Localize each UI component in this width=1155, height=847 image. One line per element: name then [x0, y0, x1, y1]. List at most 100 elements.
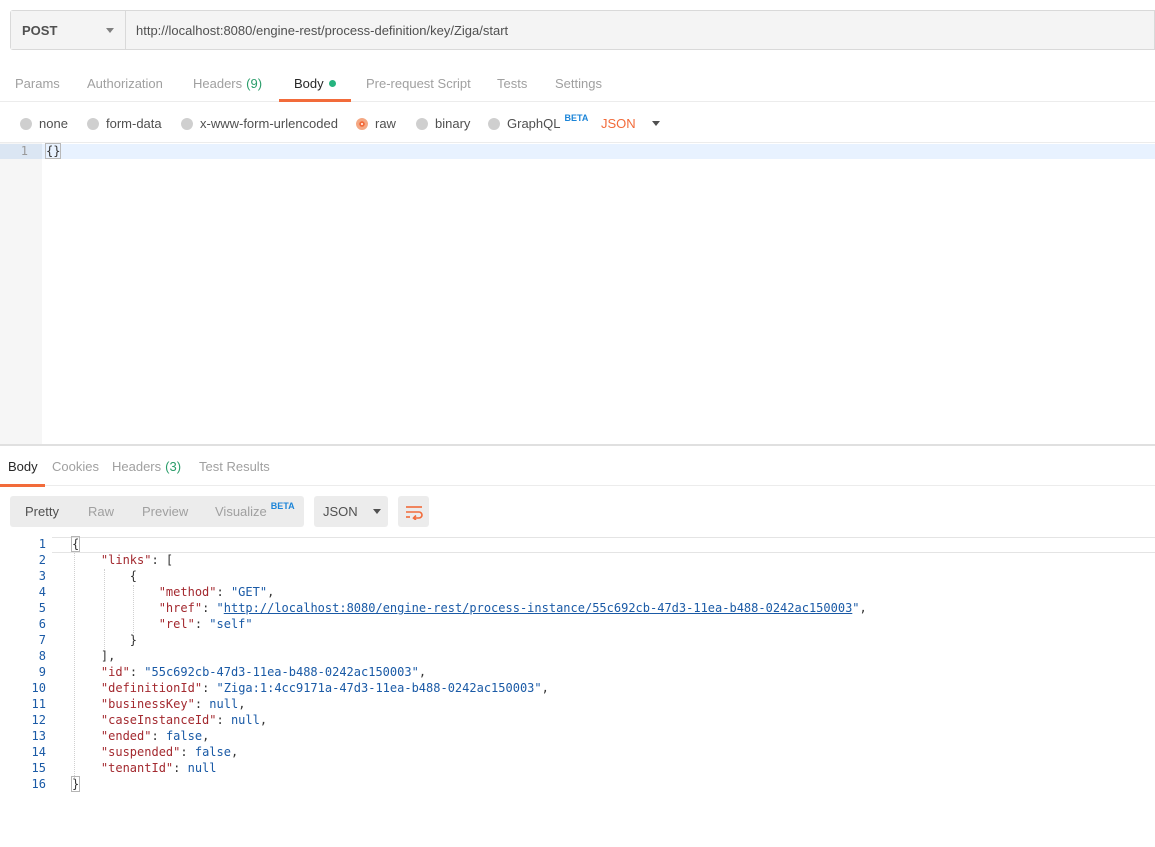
body-format-dropdown[interactable]: JSON: [601, 116, 660, 131]
json-value: false: [165, 729, 203, 743]
code-line: 12 "caseInstanceId": null,: [0, 712, 1155, 728]
json-key: "method": [158, 585, 217, 599]
tab-headers-label: Headers: [193, 76, 243, 91]
tab-authorization-label: Authorization: [87, 76, 163, 91]
code-line: 5 "href": "http://localhost:8080/engine-…: [0, 600, 1155, 616]
json-key: "businessKey": [100, 697, 195, 711]
tab-tests[interactable]: Tests: [497, 66, 527, 101]
chevron-down-icon: [651, 121, 660, 126]
line-number: 6: [38, 617, 46, 631]
tab-settings-label: Settings: [555, 76, 602, 91]
radio-graphql-label: GraphQL: [507, 116, 561, 131]
response-format-label: JSON: [323, 504, 358, 519]
response-tab-headers-label: Headers: [112, 458, 162, 474]
code-line: 2 "links": [: [0, 552, 1155, 568]
active-line-highlight: [0, 144, 1155, 159]
tab-settings[interactable]: Settings: [555, 66, 602, 101]
radio-selected-icon: [356, 117, 368, 130]
code-text: "tenantId": null: [100, 761, 217, 775]
json-key: "ended": [100, 729, 152, 743]
line-number: 9: [38, 665, 46, 679]
radio-urlencoded[interactable]: x-www-form-urlencoded: [181, 116, 338, 131]
line-number: 11: [31, 697, 46, 711]
radio-raw-label: raw: [375, 116, 396, 131]
response-headers-count-badge: (3): [165, 458, 182, 474]
preview-button[interactable]: Preview: [142, 496, 188, 527]
radio-form-data[interactable]: form-data: [87, 116, 162, 131]
body-format-label: JSON: [601, 116, 636, 131]
body-indicator-dot-icon: [328, 80, 336, 87]
radio-binary[interactable]: binary: [416, 116, 470, 131]
wrap-lines-button[interactable]: [398, 496, 429, 527]
line-number: 4: [38, 585, 46, 599]
line-number: 12: [31, 713, 46, 727]
json-key: "rel": [158, 617, 195, 631]
radio-graphql[interactable]: GraphQL BETA: [488, 112, 589, 131]
code-line: 8 ],: [0, 648, 1155, 664]
json-key: "href": [158, 601, 203, 615]
radio-none[interactable]: none: [20, 116, 68, 131]
line-number: 3: [38, 569, 46, 583]
visualize-button[interactable]: Visualize BETA: [215, 496, 295, 527]
request-body-editor[interactable]: 1 {}: [0, 142, 1155, 444]
json-value: "Ziga:1:4cc9171a-47d3-11ea-b488-0242ac15…: [216, 681, 542, 695]
code-line: 10 "definitionId": "Ziga:1:4cc9171a-47d3…: [0, 680, 1155, 696]
json-value: "self": [209, 617, 253, 631]
code-line: 15 "tenantId": null: [0, 760, 1155, 776]
radio-icon: [87, 117, 99, 130]
radio-icon: [181, 117, 193, 130]
method-label: POST: [22, 22, 58, 38]
request-body-text: {}: [44, 143, 62, 159]
tab-params[interactable]: Params: [15, 66, 60, 101]
tab-prerequest-label: Pre-request Script: [366, 76, 471, 91]
raw-button[interactable]: Raw: [88, 496, 114, 527]
response-tab-test-results-label: Test Results: [199, 458, 270, 474]
tab-body[interactable]: Body: [279, 66, 351, 102]
radio-icon: [488, 117, 500, 130]
response-tab-headers[interactable]: Headers (3): [112, 446, 181, 486]
code-text: {: [72, 569, 138, 583]
radio-icon: [20, 117, 32, 130]
preview-label: Preview: [142, 504, 189, 519]
code-line: 3 {: [0, 568, 1155, 584]
response-tab-cookies-label: Cookies: [52, 458, 99, 474]
code-text: }: [70, 776, 81, 792]
line-number: 10: [31, 681, 46, 695]
code-text: "suspended": false,: [100, 745, 239, 759]
code-text: {: [70, 536, 81, 552]
response-tab-body[interactable]: Body: [0, 446, 45, 487]
beta-badge: BETA: [270, 500, 295, 511]
code-line: 16}: [0, 776, 1155, 792]
response-tab-test-results[interactable]: Test Results: [199, 446, 270, 486]
tab-authorization[interactable]: Authorization: [87, 66, 163, 101]
chevron-down-icon: [106, 27, 114, 33]
json-value: null: [209, 697, 239, 711]
response-tab-cookies[interactable]: Cookies: [52, 446, 99, 486]
tab-prerequest-script[interactable]: Pre-request Script: [366, 66, 471, 101]
headers-count-badge: (9): [246, 76, 263, 91]
code-text: }: [72, 633, 138, 647]
radio-none-label: none: [39, 116, 68, 131]
href-link[interactable]: http://localhost:8080/engine-rest/proces…: [224, 601, 853, 615]
url-input[interactable]: http://localhost:8080/engine-rest/proces…: [126, 11, 1154, 49]
code-line: 6 "rel": "self": [0, 616, 1155, 632]
response-body-viewer[interactable]: 1{ 2 "links": [ 3 { 4 "method": "GET", 5…: [0, 536, 1155, 796]
code-line: 11 "businessKey": null,: [0, 696, 1155, 712]
line-number: 16: [31, 777, 46, 791]
code-text: "ended": false,: [100, 729, 210, 743]
chevron-down-icon: [372, 509, 381, 514]
radio-raw[interactable]: raw: [356, 116, 396, 131]
response-format-dropdown[interactable]: JSON: [314, 496, 388, 527]
tab-tests-label: Tests: [497, 76, 528, 91]
pretty-button[interactable]: Pretty: [25, 496, 59, 527]
line-number: 1: [38, 537, 46, 551]
response-view-mode-group: Pretty Raw Preview Visualize BETA: [10, 496, 304, 527]
line-number: 8: [38, 649, 46, 663]
editor-gutter: [0, 143, 42, 444]
code-line: 9 "id": "55c692cb-47d3-11ea-b488-0242ac1…: [0, 664, 1155, 680]
beta-badge: BETA: [564, 112, 589, 123]
tab-headers[interactable]: Headers (9): [193, 66, 262, 101]
pretty-label: Pretty: [25, 504, 59, 519]
tab-params-label: Params: [15, 76, 60, 91]
method-dropdown[interactable]: POST: [11, 11, 126, 49]
